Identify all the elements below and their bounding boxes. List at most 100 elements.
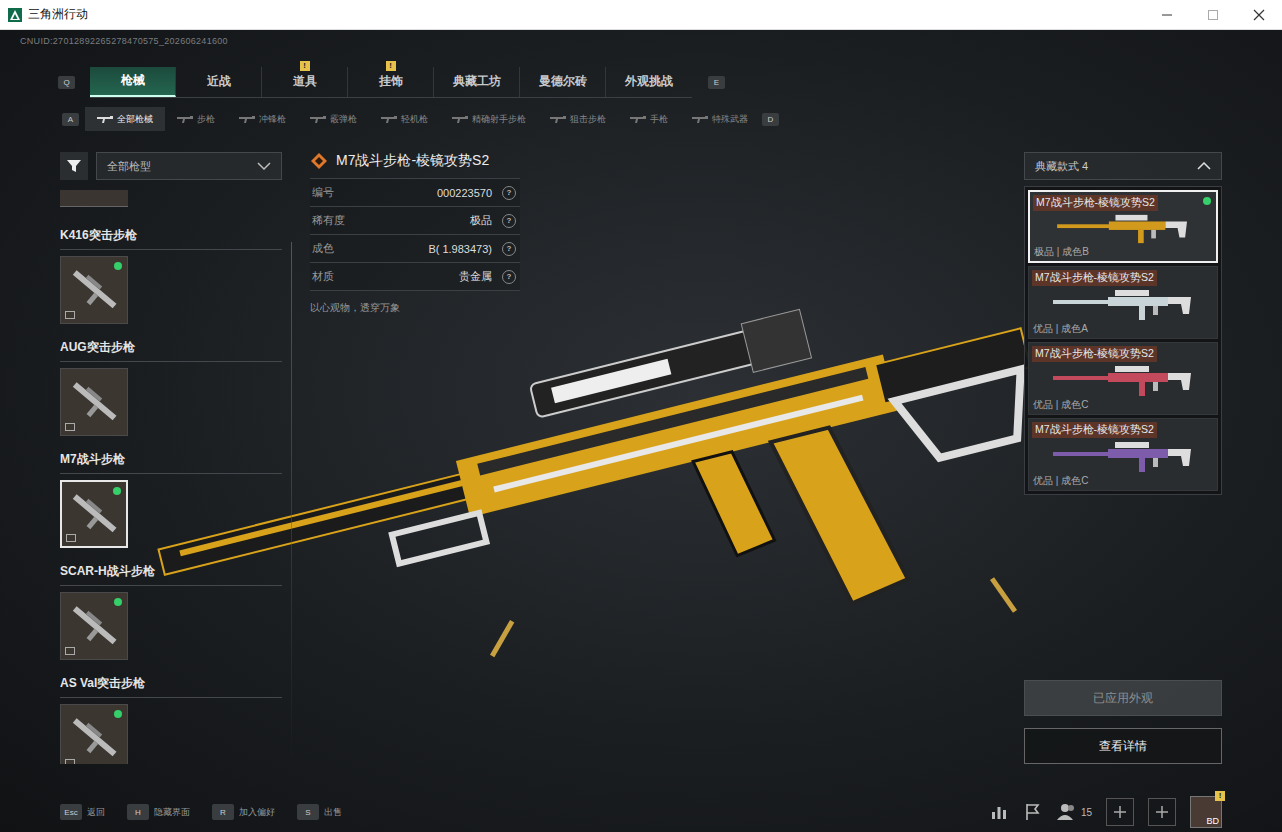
sub-tab[interactable]: 步枪 (165, 107, 227, 131)
weapon-item[interactable]: M7战斗步枪 (60, 451, 282, 548)
sub-tab[interactable]: 全部枪械 (85, 107, 165, 131)
weapon-list: K416突击步枪 AUG突击步枪 M7战斗步枪 SCAR-H战斗步枪 AS Val突击步… (60, 190, 282, 764)
weapon-item[interactable]: SCAR-H战斗步枪 (60, 563, 282, 660)
window-title: 三角洲行动 (28, 6, 88, 23)
hotkey-hint[interactable]: Esc返回 (60, 804, 105, 820)
gun-type-icon (630, 115, 646, 123)
stats-icon[interactable] (989, 802, 1009, 822)
weapon-card[interactable] (60, 256, 128, 324)
game-logo-icon (8, 8, 22, 22)
notice-badge: ! (1215, 791, 1225, 801)
app-window: 三角洲行动 CNUID:27012892265278470575_20260624… (0, 0, 1282, 832)
style-item[interactable]: M7战斗步枪-棱镜攻势S2优品 | 成色A (1028, 266, 1218, 339)
image-icon (65, 759, 75, 764)
hotkey-hint[interactable]: S出售 (297, 804, 342, 820)
weapon-card[interactable] (60, 368, 128, 436)
sub-tab[interactable]: 手枪 (618, 107, 680, 131)
image-icon (65, 311, 75, 319)
help-icon[interactable]: ? (502, 214, 516, 228)
style-item[interactable]: M7战斗步枪-棱镜攻势S2极品 | 成色B (1028, 190, 1218, 263)
sub-tab[interactable]: 特殊武器 (680, 107, 760, 131)
gun-type-icon (239, 115, 255, 123)
hotkey-hint[interactable]: H隐藏界面 (127, 804, 190, 820)
weapon-card[interactable] (60, 704, 128, 764)
main-tab[interactable]: 近战 (176, 67, 262, 97)
gun-type-icon (550, 115, 566, 123)
hotkey-hint[interactable]: R加入偏好 (212, 804, 275, 820)
prev-tab-key[interactable]: Q (58, 76, 75, 89)
weapon-thumb-icon (66, 374, 122, 430)
weapon-item[interactable]: AUG突击步枪 (60, 339, 282, 436)
help-icon[interactable]: ? (502, 242, 516, 256)
main-tab[interactable]: 典藏工坊 (434, 67, 520, 97)
info-row: 材质贵金属? (310, 263, 520, 291)
gun-type-icon (381, 115, 397, 123)
sub-tab[interactable]: 霰弹枪 (298, 107, 369, 131)
main-tab[interactable]: 外观挑战 (606, 67, 692, 97)
prev-subtab-key[interactable]: A (62, 113, 79, 126)
chevron-icon (1197, 162, 1211, 170)
maximize-icon[interactable] (1190, 0, 1236, 30)
info-row: 稀有度极品? (310, 207, 520, 235)
close-icon[interactable] (1236, 0, 1282, 30)
add-icon[interactable] (1148, 798, 1176, 826)
equipped-dot (114, 710, 122, 718)
sub-tab[interactable]: 狙击步枪 (538, 107, 618, 131)
weapon-thumb-icon (66, 598, 122, 654)
gun-type-icon (177, 115, 193, 123)
flag-icon[interactable] (1023, 802, 1043, 822)
style-list: M7战斗步枪-棱镜攻势S2极品 | 成色BM7战斗步枪-棱镜攻势S2优品 | 成… (1024, 186, 1222, 495)
style-item[interactable]: M7战斗步枪-棱镜攻势S2优品 | 成色C (1028, 342, 1218, 415)
weapon-list-panel: 全部枪型 K416突击步枪 AUG突击步枪 M7战斗步枪 SCAR-H战斗步枪 AS Va… (60, 152, 282, 764)
weapon-card[interactable] (60, 480, 128, 548)
skin-thumb-icon (1053, 213, 1193, 245)
weapon-card[interactable] (60, 592, 128, 660)
notice-badge: ! (386, 61, 396, 71)
skin-description: 以心观物，透穿万象 (310, 301, 520, 315)
user-id-label: CNUID:27012892265278470575_202606241600 (0, 30, 1282, 50)
equipped-dot (113, 487, 121, 495)
title-bar: 三角洲行动 (0, 0, 1282, 30)
main-tab-bar: Q 枪械近战道具!挂饰!典藏工坊曼德尔砖外观挑战 E (0, 67, 1282, 97)
style-panel: 典藏款式 4M7战斗步枪-棱镜攻势S2极品 | 成色BM7战斗步枪-棱镜攻势S2… (1024, 152, 1222, 764)
main-tab[interactable]: 曼德尔砖 (520, 67, 606, 97)
weapon-item[interactable]: K416突击步枪 (60, 227, 282, 324)
weapon-thumb-icon (66, 710, 122, 764)
skin-thumb-icon (1053, 288, 1193, 322)
gun-type-icon (310, 115, 326, 123)
skin-info-panel: M7战斗步枪-棱镜攻势S2编号000223570?稀有度极品?成色B( 1.98… (310, 152, 520, 764)
sub-tab[interactable]: 冲锋枪 (227, 107, 298, 131)
skin-thumb-icon (1053, 440, 1193, 474)
equipped-dot (114, 262, 122, 270)
style-dropdown[interactable]: 典藏款式 4 (1024, 152, 1222, 180)
rarity-icon (310, 152, 328, 170)
weapon-card[interactable] (60, 190, 128, 207)
friends-count[interactable]: 15 (1057, 803, 1092, 821)
action-button[interactable]: 查看详情 (1024, 728, 1222, 764)
filter-icon[interactable] (60, 152, 88, 180)
add-icon[interactable] (1106, 798, 1134, 826)
help-icon[interactable]: ? (502, 270, 516, 284)
skin-title: M7战斗步枪-棱镜攻势S2 (336, 152, 489, 170)
gun-type-dropdown[interactable]: 全部枪型 (96, 152, 282, 180)
minimize-icon[interactable] (1144, 0, 1190, 30)
weapon-thumb-icon (66, 262, 122, 318)
chevron-down-icon (257, 162, 271, 170)
gun-type-icon (692, 115, 708, 123)
next-tab-key[interactable]: E (708, 76, 725, 89)
sub-tab[interactable]: 轻机枪 (369, 107, 440, 131)
style-item[interactable]: M7战斗步枪-棱镜攻势S2优品 | 成色C (1028, 418, 1218, 491)
next-subtab-key[interactable]: D (762, 113, 779, 126)
main-tab[interactable]: 道具! (262, 67, 348, 97)
image-icon (66, 534, 76, 542)
action-button[interactable]: 已应用外观 (1024, 680, 1222, 716)
image-icon (65, 647, 75, 655)
gun-type-icon (452, 115, 468, 123)
main-tab[interactable]: 挂饰! (348, 67, 434, 97)
notice-badge: ! (300, 61, 310, 71)
player-avatar[interactable]: BD! (1190, 796, 1222, 828)
help-icon[interactable]: ? (502, 186, 516, 200)
sub-tab[interactable]: 精确射手步枪 (440, 107, 538, 131)
main-tab[interactable]: 枪械 (90, 67, 176, 97)
weapon-item[interactable]: AS Val突击步枪 (60, 675, 282, 764)
